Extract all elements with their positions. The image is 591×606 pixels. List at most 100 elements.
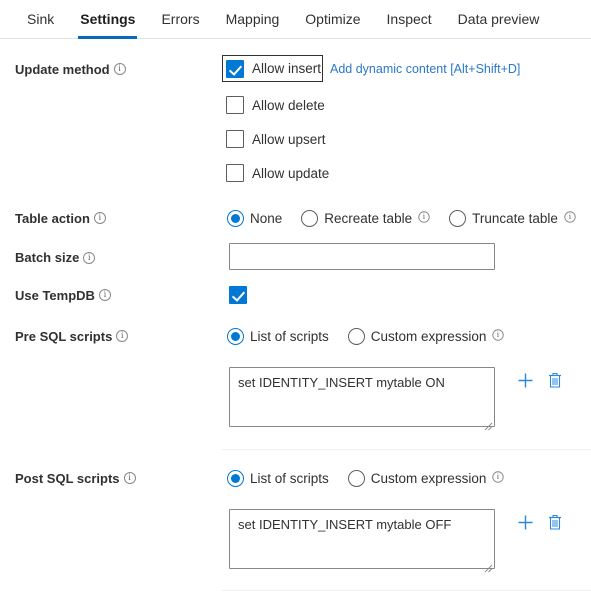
tab-mapping[interactable]: Mapping xyxy=(213,0,293,39)
add-dynamic-content-link[interactable]: Add dynamic content [Alt+Shift+D] xyxy=(330,62,520,76)
checkbox-label: Allow delete xyxy=(252,97,325,113)
post-sql-label-group: Post SQL scripts xyxy=(0,464,222,492)
radio-circle[interactable] xyxy=(347,327,365,345)
row-batch-size: Batch size xyxy=(0,243,591,272)
row-pre-sql-scripts: Pre SQL scripts List of scripts Custom e… xyxy=(0,322,591,432)
tab-label: Optimize xyxy=(305,11,361,27)
info-icon[interactable] xyxy=(83,251,96,264)
checkbox-label: Allow insert xyxy=(252,61,322,76)
tab-label: Inspect xyxy=(386,11,432,27)
checkbox-allow-upsert[interactable]: Allow upsert xyxy=(226,125,591,153)
radio-label: Custom expression xyxy=(370,328,487,344)
trash-icon xyxy=(549,514,561,530)
info-icon[interactable] xyxy=(113,62,126,75)
checkbox-allow-delete[interactable]: Allow delete xyxy=(226,91,591,119)
tab-label: Settings xyxy=(80,11,136,27)
tab-label: Mapping xyxy=(225,11,280,27)
info-icon[interactable] xyxy=(123,471,136,484)
radio-label: List of scripts xyxy=(250,328,329,344)
plus-icon xyxy=(518,515,532,529)
radio-table-action-none[interactable]: None xyxy=(227,209,283,227)
radio-group-pre-sql-mode: List of scripts Custom expression xyxy=(227,322,591,350)
post-sql-script-textarea[interactable] xyxy=(229,509,495,569)
add-post-sql-script-button[interactable] xyxy=(512,509,538,535)
post-sql-control: List of scripts Custom expression xyxy=(222,464,591,574)
radio-post-sql-list-of-scripts[interactable]: List of scripts xyxy=(227,469,329,487)
tab-label: Errors xyxy=(161,11,200,27)
info-icon[interactable] xyxy=(564,210,576,223)
batch-size-label: Batch size xyxy=(15,250,80,265)
update-method-label: Update method xyxy=(15,61,110,77)
table-action-label-group: Table action xyxy=(0,204,222,232)
info-icon[interactable] xyxy=(98,288,111,301)
radio-table-action-recreate[interactable]: Recreate table xyxy=(301,209,430,227)
radio-circle[interactable] xyxy=(449,209,467,227)
delete-pre-sql-script-button[interactable] xyxy=(542,367,568,393)
radio-circle[interactable] xyxy=(347,469,365,487)
row-post-sql-scripts: Post SQL scripts List of scripts Custom … xyxy=(0,464,591,574)
radio-circle[interactable] xyxy=(227,209,244,227)
radio-post-sql-custom-expression[interactable]: Custom expression xyxy=(347,469,505,487)
checkbox-label: Allow update xyxy=(252,165,330,181)
info-icon[interactable] xyxy=(492,470,505,483)
add-pre-sql-script-button[interactable] xyxy=(512,367,538,393)
row-table-action: Table action None Recreate table Truncat… xyxy=(0,204,591,232)
pre-sql-script-row xyxy=(222,367,591,432)
post-sql-scripts-label: Post SQL scripts xyxy=(15,470,120,486)
checkbox-box[interactable] xyxy=(226,130,244,148)
checkbox-allow-update[interactable]: Allow update xyxy=(226,159,591,187)
table-action-options: None Recreate table Truncate table xyxy=(222,204,591,232)
radio-label: Truncate table xyxy=(472,210,558,226)
section-separator xyxy=(222,449,591,450)
checkbox-label: Allow upsert xyxy=(252,131,326,147)
update-method-options: Allow insert Add dynamic content [Alt+Sh… xyxy=(222,55,591,187)
tab-inspect[interactable]: Inspect xyxy=(374,0,445,39)
plus-icon xyxy=(518,373,532,387)
radio-pre-sql-custom-expression[interactable]: Custom expression xyxy=(347,327,505,345)
checkbox-box[interactable] xyxy=(226,164,244,182)
post-sql-script-row xyxy=(222,509,591,574)
info-icon[interactable] xyxy=(418,210,430,223)
tab-sink[interactable]: Sink xyxy=(14,0,67,39)
update-method-label-group: Update method xyxy=(0,55,222,83)
tab-bar: Sink Settings Errors Mapping Optimize In… xyxy=(0,0,591,39)
use-tempdb-label: Use TempDB xyxy=(15,287,95,303)
pre-sql-script-textarea[interactable] xyxy=(229,367,495,427)
checkbox-allow-insert[interactable]: Allow insert xyxy=(222,55,323,82)
use-tempdb-control xyxy=(222,281,591,309)
section-separator xyxy=(222,590,591,591)
radio-group-table-action: None Recreate table Truncate table xyxy=(227,204,591,232)
tab-optimize[interactable]: Optimize xyxy=(292,0,373,39)
radio-circle[interactable] xyxy=(227,327,244,345)
checkbox-box[interactable] xyxy=(226,59,244,78)
info-icon[interactable] xyxy=(492,328,505,341)
row-use-tempdb: Use TempDB xyxy=(0,281,591,309)
row-update-method: Update method Allow insert Add dynamic c… xyxy=(0,39,591,187)
radio-label: None xyxy=(250,210,283,226)
checkbox-box[interactable] xyxy=(226,96,244,114)
checkbox-use-tempdb[interactable] xyxy=(229,281,591,309)
tab-settings[interactable]: Settings xyxy=(67,0,148,39)
table-action-label: Table action xyxy=(15,210,90,226)
radio-circle[interactable] xyxy=(301,209,319,227)
radio-label: Recreate table xyxy=(324,210,413,226)
pre-sql-label-group: Pre SQL scripts xyxy=(0,322,222,350)
delete-post-sql-script-button[interactable] xyxy=(542,509,568,535)
radio-table-action-truncate[interactable]: Truncate table xyxy=(449,209,576,227)
info-icon[interactable] xyxy=(116,329,129,342)
radio-circle[interactable] xyxy=(227,469,244,487)
info-icon[interactable] xyxy=(93,211,106,224)
tab-errors[interactable]: Errors xyxy=(148,0,212,39)
batch-size-control xyxy=(222,243,591,270)
use-tempdb-label-group: Use TempDB xyxy=(0,281,222,309)
tab-data-preview[interactable]: Data preview xyxy=(445,0,553,39)
radio-group-post-sql-mode: List of scripts Custom expression xyxy=(227,464,591,492)
post-sql-textarea-wrap xyxy=(229,509,495,574)
radio-pre-sql-list-of-scripts[interactable]: List of scripts xyxy=(227,327,329,345)
pre-sql-scripts-label: Pre SQL scripts xyxy=(15,328,113,344)
trash-icon xyxy=(549,372,561,388)
settings-form: Update method Allow insert Add dynamic c… xyxy=(0,39,591,591)
batch-size-input[interactable] xyxy=(229,243,495,270)
batch-size-label-group: Batch size xyxy=(0,243,222,272)
checkbox-box[interactable] xyxy=(229,286,247,304)
